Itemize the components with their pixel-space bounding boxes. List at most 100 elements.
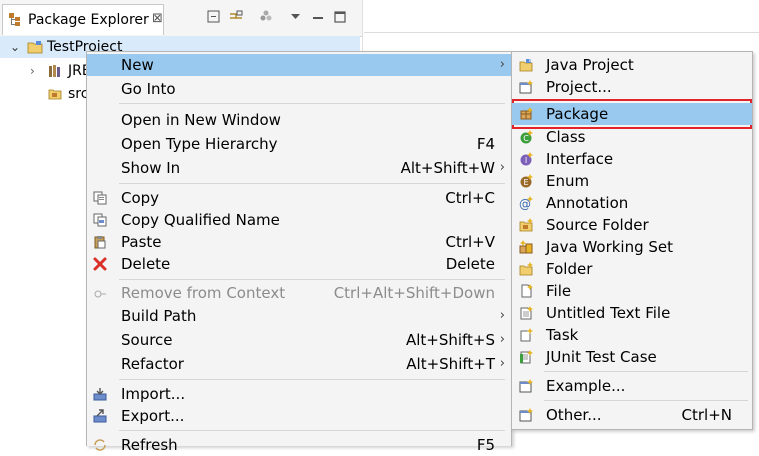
- import-icon: [93, 388, 107, 401]
- submenu-item-label: File: [546, 282, 572, 300]
- tree-item-src[interactable]: src: [0, 83, 88, 105]
- submenu-item-untitled-text-file[interactable]: Untitled Text File: [512, 302, 752, 324]
- focus-on-active-task-icon[interactable]: [258, 9, 274, 25]
- submenu-item-java-project[interactable]: Java Project: [512, 54, 752, 76]
- submenu-item-task[interactable]: Task: [512, 324, 752, 346]
- menu-item-open-type-hierarchy[interactable]: Open Type Hierarchy F4: [87, 133, 511, 155]
- minimize-icon[interactable]: [310, 9, 326, 25]
- menu-item-source[interactable]: Source Alt+Shift+S ›: [87, 329, 511, 351]
- menu-item-accelerator: F4: [476, 135, 495, 153]
- menu-item-label: Copy: [121, 189, 160, 207]
- menu-item-refactor[interactable]: Refactor Alt+Shift+T ›: [87, 353, 511, 375]
- menu-item-label: Go Into: [121, 80, 176, 98]
- junit-icon: [520, 350, 533, 364]
- menu-separator: [544, 400, 748, 401]
- menu-item-go-into[interactable]: Go Into: [87, 78, 511, 100]
- submenu-item-other[interactable]: Other... Ctrl+N: [512, 404, 752, 426]
- submenu-item-label: JUnit Test Case: [546, 348, 657, 366]
- chevron-right-icon: ›: [499, 160, 505, 175]
- submenu-item-label: Enum: [546, 172, 590, 190]
- menu-item-refresh[interactable]: Refresh F5: [87, 434, 511, 456]
- submenu-item-junit-test-case[interactable]: JUnit Test Case: [512, 346, 752, 368]
- java-project-icon: [519, 59, 533, 72]
- annotation-icon: @: [519, 196, 533, 210]
- menu-separator: [544, 371, 748, 372]
- new-submenu: Java Project Project... Package C Class …: [511, 51, 753, 430]
- menu-item-paste[interactable]: Paste Ctrl+V: [87, 231, 511, 253]
- maximize-icon[interactable]: [332, 9, 348, 25]
- menu-separator: [119, 103, 505, 104]
- submenu-item-package[interactable]: Package: [512, 103, 752, 125]
- svg-text:I: I: [525, 156, 527, 165]
- menu-item-copy-qualified-name[interactable]: Copy Qualified Name: [87, 209, 511, 231]
- context-menu: New › Go Into Open in New Window Open Ty…: [86, 51, 512, 454]
- menu-item-accelerator: Alt+Shift+T: [406, 355, 495, 373]
- menu-item-label: Open Type Hierarchy: [121, 135, 278, 153]
- view-tab-bar: Package Explorer ⊠: [0, 0, 362, 37]
- submenu-item-folder[interactable]: Folder: [512, 258, 752, 280]
- submenu-item-project[interactable]: Project...: [512, 76, 752, 98]
- submenu-item-label: Other...: [546, 406, 602, 424]
- menu-item-show-in[interactable]: Show In Alt+Shift+W ›: [87, 157, 511, 179]
- menu-item-accelerator: F5: [476, 436, 495, 454]
- remove-from-context-icon: [94, 290, 106, 298]
- text-file-icon: [520, 306, 533, 320]
- copy-qualified-name-icon: [93, 213, 107, 227]
- submenu-item-label: Task: [546, 326, 579, 344]
- submenu-item-class[interactable]: C Class: [512, 126, 752, 148]
- menu-item-remove-from-context: Remove from Context Ctrl+Alt+Shift+Down: [87, 282, 511, 304]
- submenu-item-annotation[interactable]: @ Annotation: [512, 192, 752, 214]
- menu-item-open-in-new-window[interactable]: Open in New Window: [87, 109, 511, 131]
- source-folder-icon: [519, 218, 533, 232]
- tab-package-explorer[interactable]: Package Explorer ⊠: [2, 4, 164, 35]
- submenu-item-enum[interactable]: E Enum: [512, 170, 752, 192]
- menu-item-accelerator: Ctrl+N: [681, 406, 732, 424]
- submenu-item-source-folder[interactable]: Source Folder: [512, 214, 752, 236]
- submenu-item-label: Example...: [546, 377, 626, 395]
- svg-text:E: E: [523, 178, 528, 187]
- menu-item-label: Refactor: [121, 355, 184, 373]
- package-explorer-icon: [9, 13, 20, 26]
- submenu-item-label: Project...: [546, 78, 612, 96]
- submenu-item-label: Interface: [546, 150, 614, 168]
- menu-item-label: Build Path: [121, 307, 197, 325]
- menu-separator: [119, 379, 505, 380]
- export-icon: [93, 409, 107, 423]
- menu-item-import[interactable]: Import...: [87, 383, 511, 405]
- interface-icon: I: [520, 152, 533, 166]
- submenu-item-label: Java Working Set: [546, 238, 674, 256]
- collapse-all-icon[interactable]: [206, 9, 222, 25]
- copy-icon: [93, 191, 107, 205]
- working-set-icon: [519, 240, 533, 254]
- menu-item-delete[interactable]: Delete Delete: [87, 253, 511, 275]
- menu-item-new[interactable]: New ›: [87, 54, 511, 76]
- other-icon: [519, 408, 533, 422]
- paste-icon: [94, 236, 106, 249]
- refresh-icon: [94, 439, 106, 451]
- chevron-down-icon[interactable]: ⌄: [10, 36, 20, 58]
- tab-label: Package Explorer: [28, 12, 149, 28]
- menu-item-copy[interactable]: Copy Ctrl+C: [87, 187, 511, 209]
- link-with-editor-icon[interactable]: [228, 9, 244, 25]
- submenu-item-example[interactable]: Example...: [512, 375, 752, 397]
- submenu-item-file[interactable]: File: [512, 280, 752, 302]
- submenu-item-label: Java Project: [546, 56, 634, 74]
- menu-item-accelerator: Ctrl+Alt+Shift+Down: [333, 284, 495, 302]
- view-menu-icon[interactable]: [288, 9, 304, 25]
- menu-item-build-path[interactable]: Build Path ›: [87, 305, 511, 327]
- menu-item-label: Export...: [121, 407, 185, 425]
- chevron-right-icon[interactable]: ›: [30, 60, 35, 82]
- menu-item-label: Delete: [121, 255, 171, 273]
- menu-item-label: Remove from Context: [121, 284, 286, 302]
- folder-icon: [519, 262, 533, 276]
- svg-text:C: C: [523, 134, 529, 143]
- close-icon[interactable]: ⊠: [152, 11, 163, 26]
- java-project-icon: [27, 41, 43, 54]
- menu-item-label: Source: [121, 331, 173, 349]
- menu-item-export[interactable]: Export...: [87, 405, 511, 427]
- delete-icon: [93, 257, 107, 271]
- chevron-right-icon: ›: [499, 332, 505, 347]
- tree-item-jre[interactable]: › JRE: [0, 60, 91, 82]
- submenu-item-java-working-set[interactable]: Java Working Set: [512, 236, 752, 258]
- submenu-item-interface[interactable]: I Interface: [512, 148, 752, 170]
